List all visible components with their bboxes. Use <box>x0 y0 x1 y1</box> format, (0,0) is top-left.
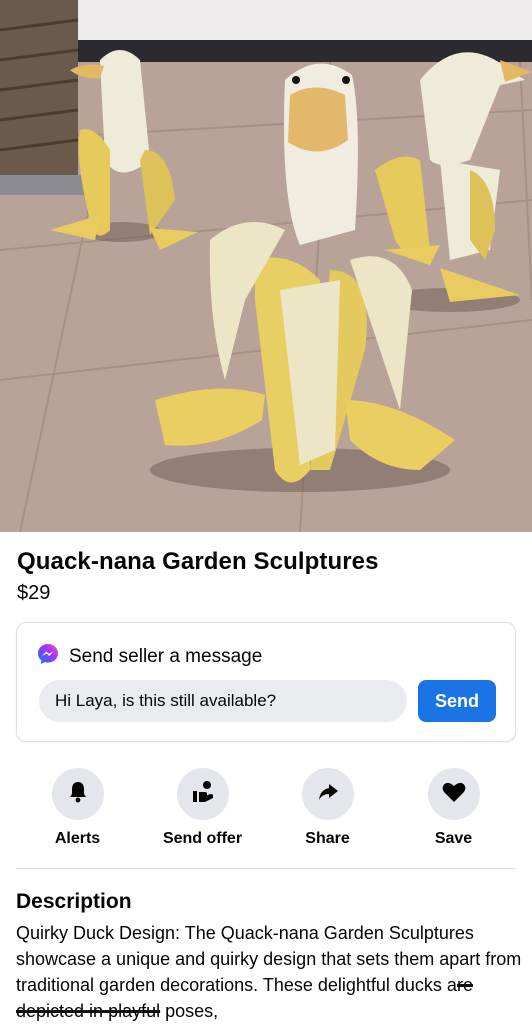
bell-icon <box>66 780 90 809</box>
product-photo[interactable] <box>0 0 532 532</box>
send-offer-button[interactable] <box>176 768 229 820</box>
description-heading: Description <box>16 890 132 913</box>
alerts-action[interactable]: Alerts <box>15 768 140 848</box>
description-text: Quirky Duck Design: The Quack-nana Garde… <box>16 920 522 1024</box>
alerts-button[interactable] <box>51 768 104 820</box>
description-text-part: Quirky Duck Design: The Quack-nana Garde… <box>16 923 522 995</box>
message-card-header: Send seller a message <box>37 643 262 670</box>
messenger-icon <box>37 643 59 670</box>
save-action[interactable]: Save <box>391 768 516 848</box>
save-label: Save <box>434 830 473 847</box>
save-button[interactable] <box>427 768 480 820</box>
share-action[interactable]: Share <box>265 768 390 848</box>
share-arrow-icon <box>316 780 340 809</box>
message-card-heading: Send seller a message <box>69 645 263 667</box>
listing-title: Quack-nana Garden Sculptures <box>17 548 379 575</box>
alerts-label: Alerts <box>54 830 101 847</box>
listing-price: $29 <box>17 582 51 604</box>
send-button[interactable]: Send <box>418 680 496 722</box>
share-label: Share <box>305 830 350 847</box>
description-text-end: poses, <box>160 1001 219 1021</box>
banana-duck-sculptures-image <box>0 0 532 532</box>
share-button[interactable] <box>301 768 354 820</box>
heart-icon <box>441 780 467 809</box>
message-input[interactable]: Hi Laya, is this still available? <box>39 680 407 722</box>
send-offer-action[interactable]: Send offer <box>140 768 265 848</box>
section-divider <box>16 868 516 869</box>
message-seller-card: Send seller a message Hi Laya, is this s… <box>16 622 516 742</box>
send-offer-label: Send offer <box>162 830 243 847</box>
offer-hand-icon <box>190 779 216 810</box>
